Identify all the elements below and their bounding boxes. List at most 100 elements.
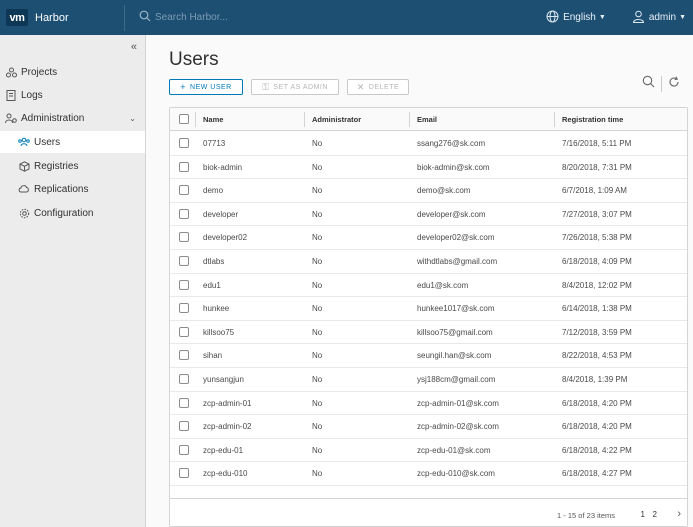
search-icon[interactable] bbox=[642, 75, 655, 93]
cell-name: zcp-admin-01 bbox=[203, 398, 252, 408]
cell-administrator: No bbox=[312, 257, 323, 266]
row-checkbox[interactable] bbox=[179, 303, 189, 314]
set-as-admin-button[interactable]: ⚿ SET AS ADMIN bbox=[251, 79, 339, 95]
column-divider bbox=[554, 112, 555, 127]
new-user-button[interactable]: + NEW USER bbox=[169, 79, 243, 95]
sidebar-item-users[interactable]: Users bbox=[0, 131, 145, 153]
row-checkbox[interactable] bbox=[179, 397, 189, 408]
cell-administrator: No bbox=[312, 375, 323, 384]
cell-registration-time: 7/27/2018, 3:07 PM bbox=[562, 209, 632, 219]
column-header-registration-time[interactable]: Registration time bbox=[562, 108, 623, 131]
cell-name: zcp-admin-02 bbox=[203, 422, 252, 432]
sidebar-item-registries[interactable]: Registries bbox=[0, 155, 145, 177]
refresh-icon[interactable] bbox=[668, 75, 680, 93]
cell-registration-time: 6/18/2018, 4:20 PM bbox=[562, 398, 632, 408]
table-row[interactable]: biok-admin No biok-admin@sk.com 8/20/2018, … bbox=[170, 156, 687, 180]
brand[interactable]: vm Harbor bbox=[0, 0, 124, 35]
new-user-label: NEW USER bbox=[190, 83, 232, 91]
cell-email: seungil.han@sk.com bbox=[417, 351, 492, 361]
sidebar-item-replications[interactable]: Replications bbox=[0, 178, 145, 200]
row-checkbox[interactable] bbox=[179, 279, 189, 290]
search-input[interactable] bbox=[155, 12, 355, 23]
page-2-link[interactable]: 2 bbox=[653, 510, 657, 519]
cell-registration-time: 7/26/2018, 5:38 PM bbox=[562, 233, 632, 243]
table-row[interactable]: killsoo75 No killsoo75@gmail.com 7/12/2018,… bbox=[170, 321, 687, 345]
header-divider bbox=[124, 4, 125, 31]
main-content: Users + NEW USER ⚿ SET AS ADMIN ✕ DELETE… bbox=[147, 35, 693, 527]
user-menu[interactable]: admin ▼ bbox=[632, 10, 686, 26]
delete-label: DELETE bbox=[368, 83, 400, 91]
cell-administrator: No bbox=[312, 445, 323, 455]
row-checkbox[interactable] bbox=[179, 326, 189, 337]
column-header-email[interactable]: Email bbox=[417, 108, 437, 131]
cell-email: developer02@sk.com bbox=[417, 233, 495, 243]
cell-registration-time: 6/14/2018, 1:38 PM bbox=[562, 304, 632, 314]
table-row[interactable]: 07713 No ssang276@sk.com 7/16/2018, 5:11 PM bbox=[170, 132, 687, 156]
table-row[interactable]: demo No demo@sk.com 6/7/2018, 1:09 AM bbox=[170, 179, 687, 203]
global-search[interactable] bbox=[139, 9, 546, 27]
cell-name: sihan bbox=[203, 351, 223, 361]
table-row[interactable]: yunsangjun No ysj188cm@gmail.com 8/4/2018, … bbox=[170, 368, 687, 392]
table-row[interactable]: zcp-admin-02 No zcp-admin-02@sk.com 6/18/20… bbox=[170, 415, 687, 439]
user-icon bbox=[632, 10, 645, 26]
sidebar-item-logs[interactable]: Logs bbox=[0, 84, 145, 106]
row-checkbox[interactable] bbox=[179, 256, 189, 266]
select-all-checkbox[interactable] bbox=[179, 114, 189, 124]
row-checkbox[interactable] bbox=[179, 350, 189, 361]
page-1-link[interactable]: 1 bbox=[641, 510, 645, 519]
sidebar-item-configuration[interactable]: Configuration bbox=[0, 202, 145, 224]
cell-administrator: No bbox=[312, 304, 323, 314]
row-checkbox[interactable] bbox=[179, 232, 189, 243]
vmware-logo: vm bbox=[6, 9, 28, 26]
delete-button[interactable]: ✕ DELETE bbox=[347, 79, 409, 95]
column-header-administrator[interactable]: Administrator bbox=[312, 108, 361, 131]
table-row[interactable]: edu1 No edu1@sk.com 8/4/2018, 12:02 PM bbox=[170, 274, 687, 298]
chevron-right-icon[interactable]: › bbox=[677, 508, 681, 520]
language-selector[interactable]: English ▼ bbox=[546, 10, 606, 26]
cell-name: biok-admin bbox=[203, 162, 243, 172]
collapse-sidebar-icon[interactable]: « bbox=[131, 41, 137, 53]
table-row[interactable]: hunkee No hunkee1017@sk.com 6/14/2018, 1:38… bbox=[170, 297, 687, 321]
cell-email: biok-admin@sk.com bbox=[417, 162, 490, 172]
row-checkbox[interactable] bbox=[179, 208, 189, 219]
cell-email: demo@sk.com bbox=[417, 186, 471, 196]
cell-administrator: No bbox=[312, 469, 323, 479]
search-icon bbox=[139, 9, 151, 27]
cell-name: edu1 bbox=[203, 280, 221, 290]
column-header-name[interactable]: Name bbox=[203, 108, 223, 131]
table-row[interactable]: zcp-edu-01 No zcp-edu-01@sk.com 6/18/2018, … bbox=[170, 439, 687, 463]
projects-icon bbox=[4, 67, 18, 78]
cell-email: hunkee1017@sk.com bbox=[417, 304, 495, 314]
row-checkbox[interactable] bbox=[179, 444, 189, 455]
username-label: admin bbox=[648, 12, 677, 23]
cell-registration-time: 8/22/2018, 4:53 PM bbox=[562, 351, 632, 361]
cell-administrator: No bbox=[312, 351, 323, 361]
plus-icon: + bbox=[180, 82, 187, 92]
cell-name: developer bbox=[203, 209, 239, 219]
table-row[interactable]: developer02 No developer02@sk.com 7/26/2018… bbox=[170, 226, 687, 250]
logs-icon bbox=[4, 89, 18, 101]
admin-key-icon: ⚿ bbox=[262, 81, 270, 92]
row-checkbox[interactable] bbox=[179, 161, 189, 172]
registries-icon bbox=[17, 160, 31, 172]
table-row[interactable]: dtlabs No withdtlabs@gmail.com 6/18/2018, 4… bbox=[170, 250, 687, 274]
table-row[interactable]: zcp-edu-010 No zcp-edu-010@sk.com 6/18/2018… bbox=[170, 462, 687, 486]
row-checkbox[interactable] bbox=[179, 138, 189, 148]
chevron-down-icon: ⌄ bbox=[129, 113, 136, 123]
table-row[interactable]: zcp-admin-01 No zcp-admin-01@sk.com 6/18/20… bbox=[170, 392, 687, 416]
app-title: Harbor bbox=[35, 11, 69, 24]
row-checkbox[interactable] bbox=[179, 374, 189, 384]
cell-administrator: No bbox=[312, 209, 323, 219]
row-checkbox[interactable] bbox=[179, 468, 189, 479]
row-checkbox[interactable] bbox=[179, 421, 189, 432]
cell-administrator: No bbox=[312, 162, 323, 172]
sidebar-item-label: Projects bbox=[21, 66, 58, 78]
sidebar-item-label: Logs bbox=[21, 89, 43, 101]
users-icon bbox=[17, 137, 31, 147]
sidebar-item-administration[interactable]: Administration ⌄ bbox=[0, 107, 145, 129]
table-row[interactable]: developer No developer@sk.com 7/27/2018, 3:… bbox=[170, 203, 687, 227]
row-checkbox[interactable] bbox=[179, 185, 189, 196]
table-row[interactable]: sihan No seungil.han@sk.com 8/22/2018, 4:53… bbox=[170, 344, 687, 368]
sidebar-item-projects[interactable]: Projects bbox=[0, 61, 145, 83]
page-title: Users bbox=[169, 49, 219, 70]
